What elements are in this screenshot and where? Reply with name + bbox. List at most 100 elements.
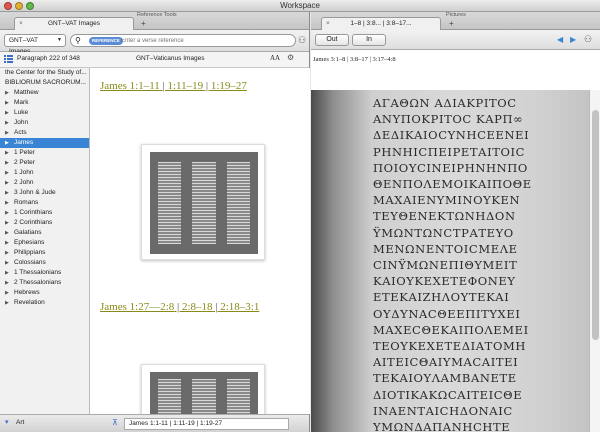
sidebar-item-label: 2 Thessalonians: [14, 279, 62, 286]
disclosure-triangle-icon[interactable]: ▶: [5, 278, 9, 288]
disclosure-triangle-icon[interactable]: ▶: [5, 128, 9, 138]
people-icon[interactable]: ⚇: [298, 35, 306, 46]
sidebar-item[interactable]: ▶ 1 John: [0, 168, 89, 178]
left-bottom-bar: ▾ Art ⊼ James 1:1-11 | 1:11-19 | 1:19-27: [0, 414, 309, 432]
vertical-scrollbar[interactable]: [589, 90, 600, 432]
disclosure-triangle-icon[interactable]: ▶: [5, 288, 9, 298]
disclosure-triangle-icon[interactable]: ▶: [5, 298, 9, 308]
sidebar-item-label: Revelation: [14, 299, 45, 306]
back-arrow-icon[interactable]: ◀: [557, 35, 563, 44]
sidebar-item[interactable]: ▶ John: [0, 118, 89, 128]
resource-dropdown[interactable]: GNT–VAT Images ▼: [4, 34, 66, 55]
sidebar-item[interactable]: ▶ Matthew: [0, 88, 89, 98]
manuscript-thumbnail[interactable]: [141, 364, 265, 414]
manuscript-line: ΤΕΥΘΕΝΕΚΤΩΝΗΔΟΝ: [373, 209, 516, 224]
sidebar-item[interactable]: ▶ James: [0, 138, 89, 148]
add-tab-icon[interactable]: +: [141, 19, 146, 28]
search-input[interactable]: [121, 36, 271, 46]
sidebar-item[interactable]: ▶ 2 John: [0, 178, 89, 188]
font-size-icon[interactable]: AA: [270, 54, 280, 62]
disclosure-triangle-icon[interactable]: ▶: [5, 88, 9, 98]
manuscript-thumbnail[interactable]: [141, 144, 265, 260]
sidebar-item[interactable]: ▶ Acts: [0, 128, 89, 138]
tab-gnt-vat-images[interactable]: × GNT–VAT Images: [14, 17, 134, 30]
manuscript-image: [150, 372, 258, 414]
reference-search[interactable]: ⚲ REFERENCE: [70, 34, 296, 47]
manuscript-line: ΥΜΩΝΔΑΠΑΝΗCΗΤΕ: [373, 420, 511, 432]
art-dropdown[interactable]: Art: [16, 419, 24, 426]
sidebar-item[interactable]: ▶ 3 John & Jude: [0, 188, 89, 198]
disclosure-triangle-icon[interactable]: ▶: [5, 238, 9, 248]
manuscript-line: ŸΜΩΝΤΩΝCΤΡΑΤΕΥΟ: [373, 225, 514, 240]
sidebar-item-label: Matthew: [14, 89, 39, 96]
reference-chip[interactable]: REFERENCE: [89, 37, 123, 45]
sidebar-item[interactable]: ▶ Luke: [0, 108, 89, 118]
bookmark-icon[interactable]: ⊼: [112, 418, 118, 427]
sidebar-item[interactable]: the Center for the Study of...: [0, 68, 89, 78]
disclosure-triangle-icon[interactable]: ▶: [5, 208, 9, 218]
zoom-in-button[interactable]: In: [352, 34, 386, 46]
sidebar-item[interactable]: ▶ 1 Peter: [0, 148, 89, 158]
zoom-out-button[interactable]: Out: [315, 34, 349, 46]
sidebar-item[interactable]: ▶ 2 Thessalonians: [0, 278, 89, 288]
close-tab-icon[interactable]: ×: [326, 18, 330, 30]
navigation-field[interactable]: James 1:1-11 | 1:11-19 | 1:19-27: [124, 418, 289, 430]
close-tab-icon[interactable]: ×: [19, 18, 23, 30]
sidebar-item-label: the Center for the Study of...: [5, 69, 87, 76]
disclosure-triangle-icon[interactable]: ▶: [5, 118, 9, 128]
manuscript-line: ΜΕΝΩΝΕΝΤΟΙCΜΕΛΕ: [373, 241, 518, 256]
sidebar-item[interactable]: ▶ Hebrews: [0, 288, 89, 298]
disclosure-triangle-icon[interactable]: ▶: [5, 228, 9, 238]
tab-pictures[interactable]: × 1–8 | 3:8... | 3:8–17...: [321, 17, 441, 30]
close-window-button[interactable]: [4, 2, 12, 10]
manuscript-viewer[interactable]: ΑΓΑΘΩΝ ΑΔΙΑΚΡΙΤΟC ΑΝΥΠΟΚΡΙΤΟC ΚΑΡΠ∞ ΔΕΔΙΚΑ…: [311, 90, 589, 432]
sidebar-item[interactable]: ▶ Revelation: [0, 298, 89, 308]
forward-arrow-icon[interactable]: ▶: [570, 35, 576, 44]
sidebar-item[interactable]: ▶ Ephesians: [0, 238, 89, 248]
sidebar-item[interactable]: ▶ Galatians: [0, 228, 89, 238]
disclosure-triangle-icon[interactable]: ▶: [5, 158, 9, 168]
disclosure-triangle-icon[interactable]: ▶: [5, 178, 9, 188]
sidebar-item[interactable]: BIBLIORUM SACRORUM...: [0, 78, 89, 88]
sidebar-item[interactable]: ▶ 2 Peter: [0, 158, 89, 168]
sidebar-item[interactable]: ▶ 2 Corinthians: [0, 218, 89, 228]
people-icon[interactable]: ⚇: [584, 34, 592, 45]
disclosure-triangle-icon[interactable]: ▶: [5, 168, 9, 178]
sidebar-item-label: 3 John & Jude: [14, 189, 56, 196]
disclosure-triangle-icon[interactable]: ▶: [5, 218, 9, 228]
right-tab-bar: Pictures × 1–8 | 3:8... | 3:8–17... +: [311, 12, 600, 30]
sidebar-item[interactable]: ▶ Colossians: [0, 258, 89, 268]
manuscript-line: ΙΝΑΕΝΤΑΙCΗΔΟΝΑΙC: [373, 403, 513, 418]
ref-link[interactable]: 1:19–27: [211, 80, 247, 92]
disclosure-triangle-icon[interactable]: ▶: [5, 108, 9, 118]
art-icon[interactable]: ▾: [5, 418, 9, 426]
scrollbar-thumb[interactable]: [592, 110, 599, 340]
add-tab-icon[interactable]: +: [449, 19, 454, 28]
disclosure-triangle-icon[interactable]: ▶: [5, 248, 9, 258]
disclosure-triangle-icon[interactable]: ▶: [5, 198, 9, 208]
table-of-contents-icon[interactable]: [4, 54, 13, 64]
right-panel-label: Pictures: [446, 12, 466, 18]
ref-link[interactable]: 2:8–18: [182, 301, 213, 313]
minimize-window-button[interactable]: [15, 2, 23, 10]
disclosure-triangle-icon[interactable]: ▶: [5, 268, 9, 278]
disclosure-triangle-icon[interactable]: ▶: [5, 148, 9, 158]
disclosure-triangle-icon[interactable]: ▶: [5, 188, 9, 198]
disclosure-triangle-icon[interactable]: ▶: [5, 138, 9, 148]
sidebar-item[interactable]: ▶ Philippians: [0, 248, 89, 258]
disclosure-triangle-icon[interactable]: ▶: [5, 258, 9, 268]
ref-link[interactable]: 1:11–19: [167, 80, 203, 92]
sidebar-item-label: Mark: [14, 99, 29, 106]
zoom-window-button[interactable]: [26, 2, 34, 10]
sidebar-item[interactable]: ▶ 1 Corinthians: [0, 208, 89, 218]
sidebar-item[interactable]: ▶ 1 Thessalonians: [0, 268, 89, 278]
ref-link[interactable]: James 1:1–11: [100, 80, 160, 92]
disclosure-triangle-icon[interactable]: ▶: [5, 98, 9, 108]
ref-link[interactable]: 2:18–3:1: [220, 301, 259, 313]
sidebar-item[interactable]: ▶ Mark: [0, 98, 89, 108]
ref-link[interactable]: James 1:27—2:8: [100, 301, 174, 313]
sidebar-item[interactable]: ▶ Romans: [0, 198, 89, 208]
gear-icon[interactable]: ⚙: [287, 53, 294, 62]
sidebar-item-label: 2 Corinthians: [14, 219, 53, 226]
sidebar-item-label: 2 John: [14, 179, 34, 186]
